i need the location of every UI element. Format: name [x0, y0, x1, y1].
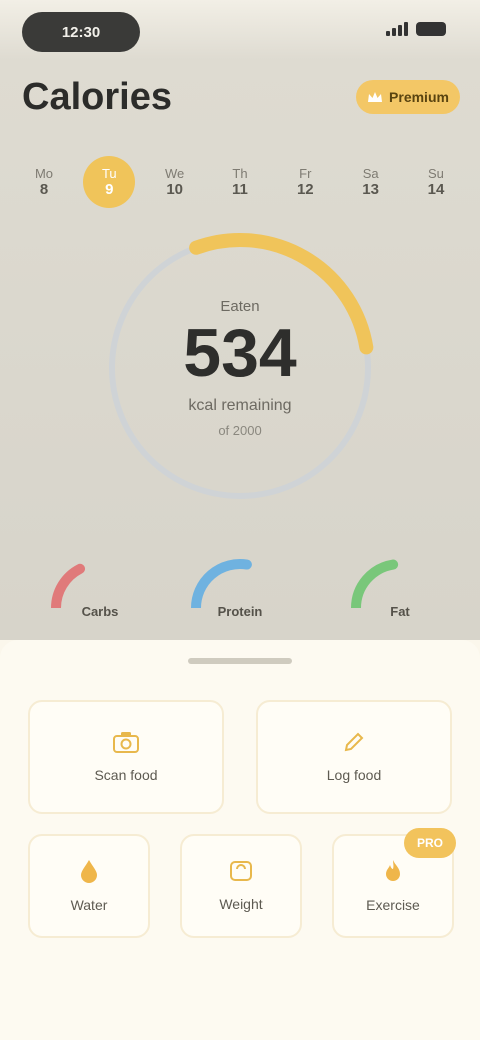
- day-item-selected[interactable]: Tu 9: [83, 156, 136, 208]
- day-label: We: [165, 166, 185, 181]
- macro-fat[interactable]: Fat: [340, 548, 460, 638]
- camera-icon: [113, 731, 139, 753]
- day-number: 8: [39, 181, 49, 198]
- scan-food-card[interactable]: Scan food: [28, 700, 224, 814]
- ring-goal: of 2000: [218, 423, 262, 438]
- day-item[interactable]: Th 11: [214, 156, 266, 208]
- day-label: Th: [232, 166, 248, 181]
- day-label: Sa: [362, 166, 379, 181]
- calories-value: 534: [183, 315, 297, 391]
- day-number: 12: [296, 181, 314, 198]
- day-item[interactable]: Mo 8: [18, 156, 70, 208]
- day-item[interactable]: We 10: [149, 156, 201, 208]
- macro-arc: [191, 559, 252, 613]
- pro-badge: PRO: [404, 828, 456, 858]
- day-number: 13: [362, 181, 379, 198]
- water-drop-icon: [79, 859, 99, 883]
- premium-button[interactable]: Premium: [356, 80, 460, 114]
- exercise-label: Exercise: [366, 897, 420, 913]
- day-number: 9: [105, 181, 114, 198]
- ring-label: Eaten: [220, 298, 260, 315]
- water-card[interactable]: Water: [28, 834, 150, 938]
- sheet-handle[interactable]: [188, 658, 292, 664]
- dashboard-panel: 12:30 Calories Premium Mo 8 Tu 9 We 10 Th 11…: [0, 0, 480, 640]
- day-number: 14: [427, 181, 445, 198]
- calorie-ring: Eaten 534 kcal remaining of 2000: [100, 228, 380, 508]
- day-label: Tu: [101, 166, 117, 181]
- scan-food-label: Scan food: [94, 767, 158, 783]
- macro-carbs[interactable]: Carbs: [40, 548, 160, 638]
- log-food-card[interactable]: Log food: [256, 700, 452, 814]
- battery-icon: [416, 22, 446, 36]
- signal-icon: [386, 22, 408, 36]
- day-label: Fr: [299, 166, 312, 181]
- macro-protein[interactable]: Protein: [180, 548, 300, 638]
- week-strip: Mo 8 Tu 9 We 10 Th 11 Fr 12 Sa 13 Su 14: [18, 156, 462, 208]
- weight-label: Weight: [219, 896, 263, 912]
- weight-card[interactable]: Weight: [180, 834, 302, 938]
- day-label: Su: [428, 166, 444, 181]
- flame-icon: [383, 859, 403, 883]
- day-number: 10: [166, 181, 183, 198]
- day-item[interactable]: Su 14: [410, 156, 462, 208]
- premium-label: Premium: [389, 89, 449, 105]
- crown-icon: [367, 91, 383, 103]
- page-title: Calories: [22, 76, 172, 118]
- day-item[interactable]: Sa 13: [345, 156, 397, 208]
- status-time: 12:30: [22, 12, 140, 52]
- scale-icon: [229, 860, 253, 882]
- macro-label: Carbs: [81, 604, 119, 619]
- macro-arc: [51, 563, 86, 613]
- status-icons: [386, 22, 446, 36]
- water-label: Water: [70, 897, 108, 913]
- macro-label: Fat: [390, 604, 410, 619]
- edit-icon: [343, 731, 365, 753]
- ring-center: Eaten 534 kcal remaining of 2000: [100, 228, 380, 508]
- macro-label: Protein: [217, 604, 263, 619]
- day-number: 11: [232, 181, 248, 198]
- ring-subtitle: kcal remaining: [188, 397, 292, 414]
- log-food-label: Log food: [326, 767, 382, 783]
- day-label: Mo: [34, 166, 54, 181]
- macro-arc: [351, 559, 399, 613]
- day-item[interactable]: Fr 12: [279, 156, 331, 208]
